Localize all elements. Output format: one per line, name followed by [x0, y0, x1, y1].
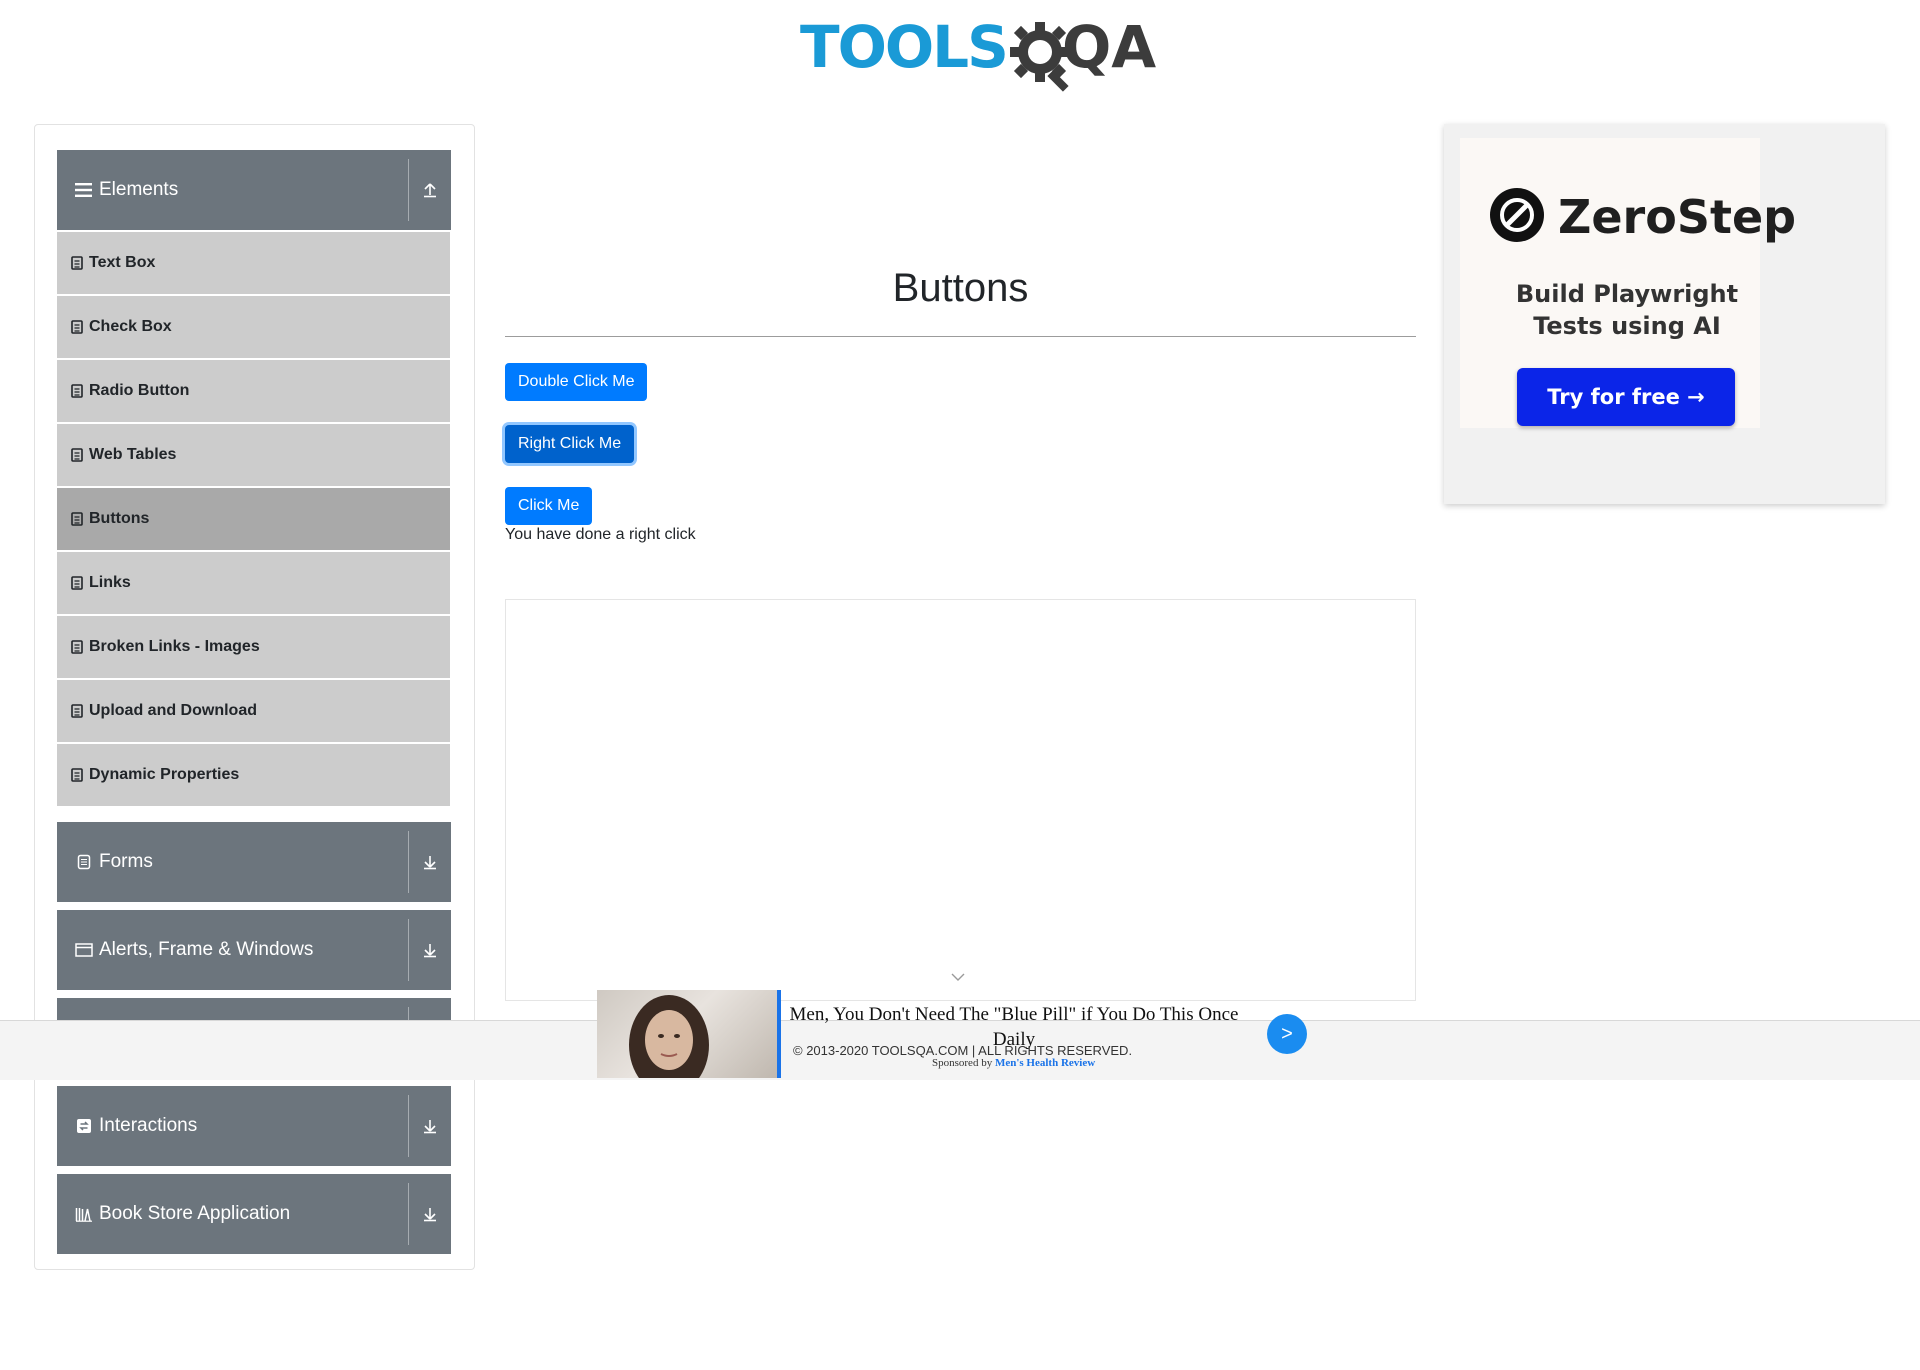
- sidebar-item-broken-links[interactable]: Broken Links - Images: [57, 616, 450, 678]
- sidebar-item-label: Links: [89, 574, 131, 591]
- try-for-free-button[interactable]: Try for free →: [1517, 368, 1735, 426]
- ad-brand: ZeroStep: [1558, 190, 1797, 244]
- sidebar-item-label: Check Box: [89, 318, 172, 335]
- list-icon: [71, 768, 83, 782]
- group-label: Alerts, Frame & Windows: [99, 939, 314, 960]
- group-label: Forms: [99, 851, 153, 872]
- sidebar-item-dynamic-properties[interactable]: Dynamic Properties: [57, 744, 450, 806]
- ad-accent-bar: [777, 990, 781, 1078]
- group-header-forms[interactable]: Forms: [57, 822, 451, 902]
- double-click-button[interactable]: Double Click Me: [505, 363, 648, 401]
- group-header-book-store[interactable]: Book Store Application: [57, 1174, 451, 1254]
- sponsored-prefix: Sponsored by: [932, 1057, 993, 1069]
- right-click-message: You have done a right click: [505, 526, 696, 543]
- list-icon: [71, 704, 83, 718]
- sidebar-item-radio-button[interactable]: Radio Button: [57, 360, 450, 422]
- sidebar-item-label: Buttons: [89, 510, 150, 527]
- sidebar-item-label: Dynamic Properties: [89, 766, 240, 783]
- list-icon: [71, 640, 83, 654]
- group-header-alerts[interactable]: Alerts, Frame & Windows: [57, 910, 451, 990]
- group-label: Interactions: [99, 1115, 198, 1136]
- sidebar-item-links[interactable]: Links: [57, 552, 450, 614]
- sidebar-item-upload-download[interactable]: Upload and Download: [57, 680, 450, 742]
- hamburger-icon: [75, 181, 93, 199]
- list-icon: [71, 448, 83, 462]
- group-label: Book Store Application: [99, 1203, 291, 1224]
- form-icon: [75, 853, 93, 871]
- books-icon: [75, 1205, 93, 1223]
- group-header-interactions[interactable]: Interactions: [57, 1086, 451, 1166]
- group-header-elements[interactable]: Elements: [57, 150, 451, 230]
- sticky-ad[interactable]: Men, You Don't Need The "Blue Pill" if Y…: [597, 990, 1307, 1080]
- next-arrow-button[interactable]: >: [1267, 1014, 1307, 1054]
- expand-icon[interactable]: [409, 1086, 451, 1166]
- list-icon: [71, 320, 83, 334]
- toolsqa-logo[interactable]: TOOLS QA: [800, 13, 1156, 94]
- window-icon: [75, 941, 93, 959]
- collapse-icon[interactable]: [409, 150, 451, 230]
- list-icon: [71, 256, 83, 270]
- expand-icon[interactable]: [409, 910, 451, 990]
- ad-tagline-line2: Tests using AI: [1533, 312, 1721, 340]
- ad-card: ZeroStep Build Playwright Tests using AI…: [1460, 138, 1796, 428]
- sidebar-item-label: Web Tables: [89, 446, 177, 463]
- sidebar-item-label: Broken Links - Images: [89, 638, 260, 655]
- sidebar-item-label: Text Box: [89, 254, 156, 271]
- list-icon: [71, 576, 83, 590]
- zerostep-logo-icon: [1490, 188, 1544, 242]
- sidebar-item-check-box[interactable]: Check Box: [57, 296, 450, 358]
- ad-photo[interactable]: [597, 990, 779, 1078]
- copyright: © 2013-2020 TOOLSQA.COM | ALL RIGHTS RES…: [793, 1043, 1133, 1058]
- sponsor-link[interactable]: Men's Health Review: [995, 1057, 1095, 1069]
- logo-text: TOOLS: [800, 13, 1009, 81]
- ad-tagline-line1: Build Playwright: [1515, 280, 1739, 308]
- sidebar-item-label: Upload and Download: [89, 702, 257, 719]
- chevron-down-icon[interactable]: [950, 972, 966, 982]
- left-sidebar: Elements Text Box Check Box Radio Button…: [34, 124, 475, 1270]
- ad-tagline: Build Playwright Tests using AI: [1460, 278, 1794, 342]
- sidebar-item-text-box[interactable]: Text Box: [57, 232, 450, 294]
- group-label: Elements: [99, 179, 179, 200]
- list-icon: [71, 512, 83, 526]
- sponsored-line: Sponsored by Men's Health Review: [932, 1057, 1095, 1069]
- list-icon: [71, 384, 83, 398]
- click-me-button[interactable]: Click Me: [505, 487, 593, 525]
- expand-icon[interactable]: [409, 822, 451, 902]
- right-click-button[interactable]: Right Click Me: [505, 425, 635, 463]
- sidebar-item-label: Radio Button: [89, 382, 190, 399]
- interactions-icon: [75, 1117, 93, 1135]
- expand-icon[interactable]: [409, 1174, 451, 1254]
- ad-placeholder: [505, 599, 1416, 1001]
- page-title: Buttons: [892, 266, 1029, 310]
- zerostep-ad[interactable]: ZeroStep Build Playwright Tests using AI…: [1444, 124, 1885, 504]
- sidebar-item-web-tables[interactable]: Web Tables: [57, 424, 450, 486]
- title-divider: [505, 336, 1416, 337]
- logo-suffix: QA: [1062, 13, 1157, 81]
- sidebar-item-buttons[interactable]: Buttons: [57, 488, 450, 550]
